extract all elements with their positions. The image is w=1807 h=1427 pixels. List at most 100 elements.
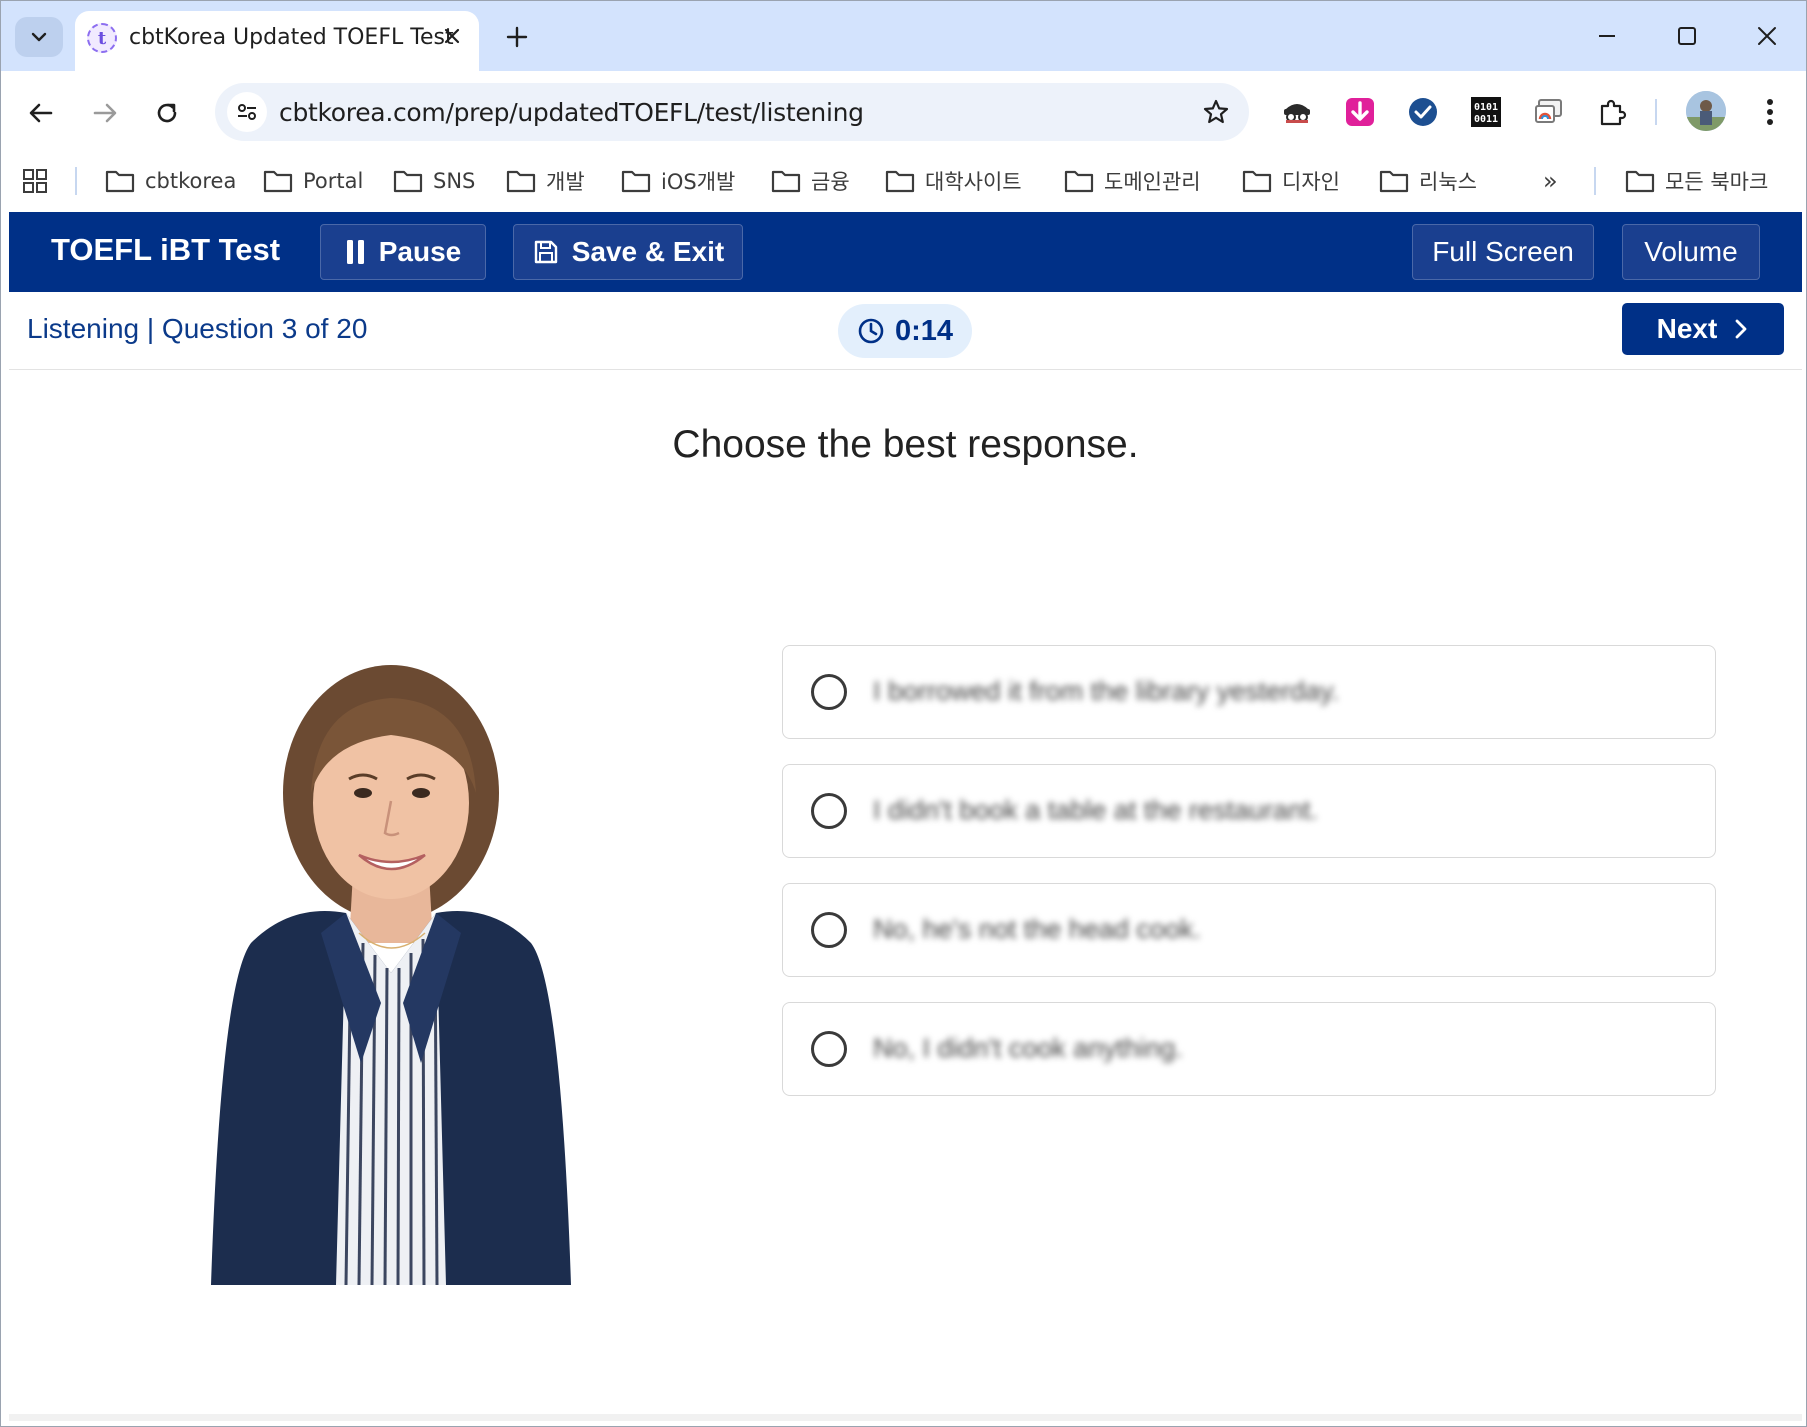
svg-text:0101: 0101 (1474, 102, 1498, 113)
bookmark-folder[interactable]: SNS (393, 161, 475, 201)
pause-icon (346, 240, 364, 264)
bookmark-label: 대학사이트 (925, 170, 1022, 194)
save-exit-label: Save & Exit (571, 236, 725, 267)
new-tab-button[interactable] (497, 17, 537, 57)
check-extension-icon[interactable] (1404, 93, 1442, 131)
bookmarks-overflow-button[interactable]: » (1543, 161, 1558, 201)
folder-icon (771, 170, 801, 193)
reload-button[interactable] (145, 91, 189, 135)
folder-icon (393, 170, 423, 193)
bookmark-label: Portal (303, 169, 364, 193)
kebab-menu-icon (1767, 99, 1773, 125)
answer-option-text: No, I didn't cook anything. (873, 1033, 1183, 1063)
profile-avatar[interactable] (1686, 91, 1726, 131)
bookmark-label: 리눅스 (1419, 170, 1477, 194)
bookmark-folder[interactable]: Portal (263, 161, 363, 201)
bookmark-folder[interactable]: 디자인 (1242, 161, 1340, 201)
folder-icon (263, 170, 293, 193)
address-bar[interactable]: cbtkorea.com/prep/updatedTOEFL/test/list… (215, 83, 1249, 141)
maximize-icon (1678, 27, 1696, 45)
reload-icon (157, 103, 177, 123)
answer-option[interactable]: I borrowed it from the library yesterday… (782, 645, 1716, 739)
download-extension-icon[interactable] (1341, 93, 1379, 131)
speaker-portrait-image (211, 665, 571, 1285)
page-content: TOEFL iBT Test Pause Save & Exit Full Sc… (9, 211, 1802, 1421)
bookmark-folder[interactable]: 금융 (771, 161, 850, 201)
timer-badge: 0:14 (838, 304, 972, 358)
bookmark-folder[interactable]: 대학사이트 (885, 161, 1022, 201)
arrow-right-icon (93, 103, 117, 123)
radio-button[interactable] (811, 793, 847, 829)
radio-button[interactable] (811, 912, 847, 948)
radio-button[interactable] (811, 1031, 847, 1067)
bookmark-folder[interactable]: iOS개발 (621, 161, 735, 201)
bookmark-folder[interactable]: 리눅스 (1379, 161, 1477, 201)
window-close-button[interactable] (1739, 13, 1795, 59)
tab-close-button[interactable] (437, 21, 467, 51)
toolbar-divider (1655, 99, 1657, 125)
pause-button[interactable]: Pause (320, 224, 486, 280)
maximize-button[interactable] (1659, 13, 1715, 59)
back-button[interactable] (19, 91, 63, 135)
arrow-left-icon (29, 103, 53, 123)
close-icon (1758, 27, 1776, 45)
plus-icon (506, 26, 528, 48)
save-icon (534, 240, 557, 264)
question-status-bar: Listening | Question 3 of 20 0:14 Next (9, 292, 1802, 370)
spy-extension-icon[interactable] (1278, 93, 1316, 131)
app-header: TOEFL iBT Test Pause Save & Exit Full Sc… (9, 212, 1802, 292)
apps-button[interactable] (21, 161, 49, 201)
full-screen-button[interactable]: Full Screen (1412, 224, 1594, 280)
bookmarks-divider (1594, 167, 1596, 195)
bookmark-folder[interactable]: 도메인관리 (1064, 161, 1201, 201)
chevron-down-icon (31, 32, 47, 42)
next-label: Next (1656, 313, 1718, 344)
tab-title: cbtKorea Updated TOEFL Test (129, 25, 454, 50)
next-button[interactable]: Next (1622, 303, 1784, 355)
volume-button[interactable]: Volume (1622, 224, 1760, 280)
tab-favicon-icon: t (87, 23, 117, 53)
browser-menu-button[interactable] (1751, 93, 1789, 131)
all-bookmarks-folder[interactable]: 모든 북마크 (1625, 161, 1768, 201)
timer-value: 0:14 (894, 314, 954, 347)
radio-button[interactable] (811, 674, 847, 710)
star-icon (1203, 99, 1229, 124)
bookmark-folder[interactable]: cbtkorea (105, 161, 236, 201)
forward-button[interactable] (83, 91, 127, 135)
tab-search-button[interactable] (15, 17, 63, 57)
bookmarks-bar: cbtkorea Portal SNS 개발 iOS개발 금융 대학사이트 도메인관리 디자인 리… (1, 153, 1806, 211)
question-prompt: Choose the best response. (672, 423, 1139, 466)
browser-toolbar: cbtkorea.com/prep/updatedTOEFL/test/list… (1, 71, 1806, 153)
bookmark-label: cbtkorea (145, 169, 237, 193)
puzzle-extensions-icon[interactable] (1593, 93, 1631, 131)
bookmark-star-button[interactable] (1199, 95, 1233, 129)
section-question-label: Listening | Question 3 of 20 (27, 313, 368, 344)
page-bottom-edge (9, 1414, 1802, 1421)
folder-icon (105, 170, 135, 193)
answer-option[interactable]: No, he's not the head cook. (782, 883, 1716, 977)
answer-option-text: I borrowed it from the library yesterday… (873, 676, 1340, 706)
minimize-icon (1599, 35, 1615, 37)
bookmark-label: iOS개발 (661, 170, 736, 194)
answer-option[interactable]: No, I didn't cook anything. (782, 1002, 1716, 1096)
site-settings-button[interactable] (227, 92, 267, 132)
bookmark-label: 개발 (546, 170, 585, 194)
active-tab[interactable]: t cbtKorea Updated TOEFL Test (75, 11, 479, 73)
answer-option-text: I didn't book a table at the restaurant. (873, 795, 1318, 825)
chevron-right-icon (1735, 319, 1747, 339)
bookmarks-divider (75, 167, 77, 195)
pause-label: Pause (378, 236, 462, 267)
close-icon (444, 28, 460, 44)
folder-icon (621, 170, 651, 193)
url-text[interactable]: cbtkorea.com/prep/updatedTOEFL/test/list… (279, 98, 864, 127)
all-bookmarks-label: 모든 북마크 (1665, 170, 1769, 194)
folder-icon (506, 170, 536, 193)
minimize-button[interactable] (1579, 13, 1635, 59)
binary-extension-icon[interactable]: 0101 0011 (1467, 93, 1505, 131)
folder-icon (1379, 170, 1409, 193)
answer-option[interactable]: I didn't book a table at the restaurant. (782, 764, 1716, 858)
bookmark-folder[interactable]: 개발 (506, 161, 585, 201)
cast-extension-icon[interactable] (1530, 93, 1568, 131)
folder-icon (1625, 170, 1655, 193)
save-exit-button[interactable]: Save & Exit (513, 224, 743, 280)
